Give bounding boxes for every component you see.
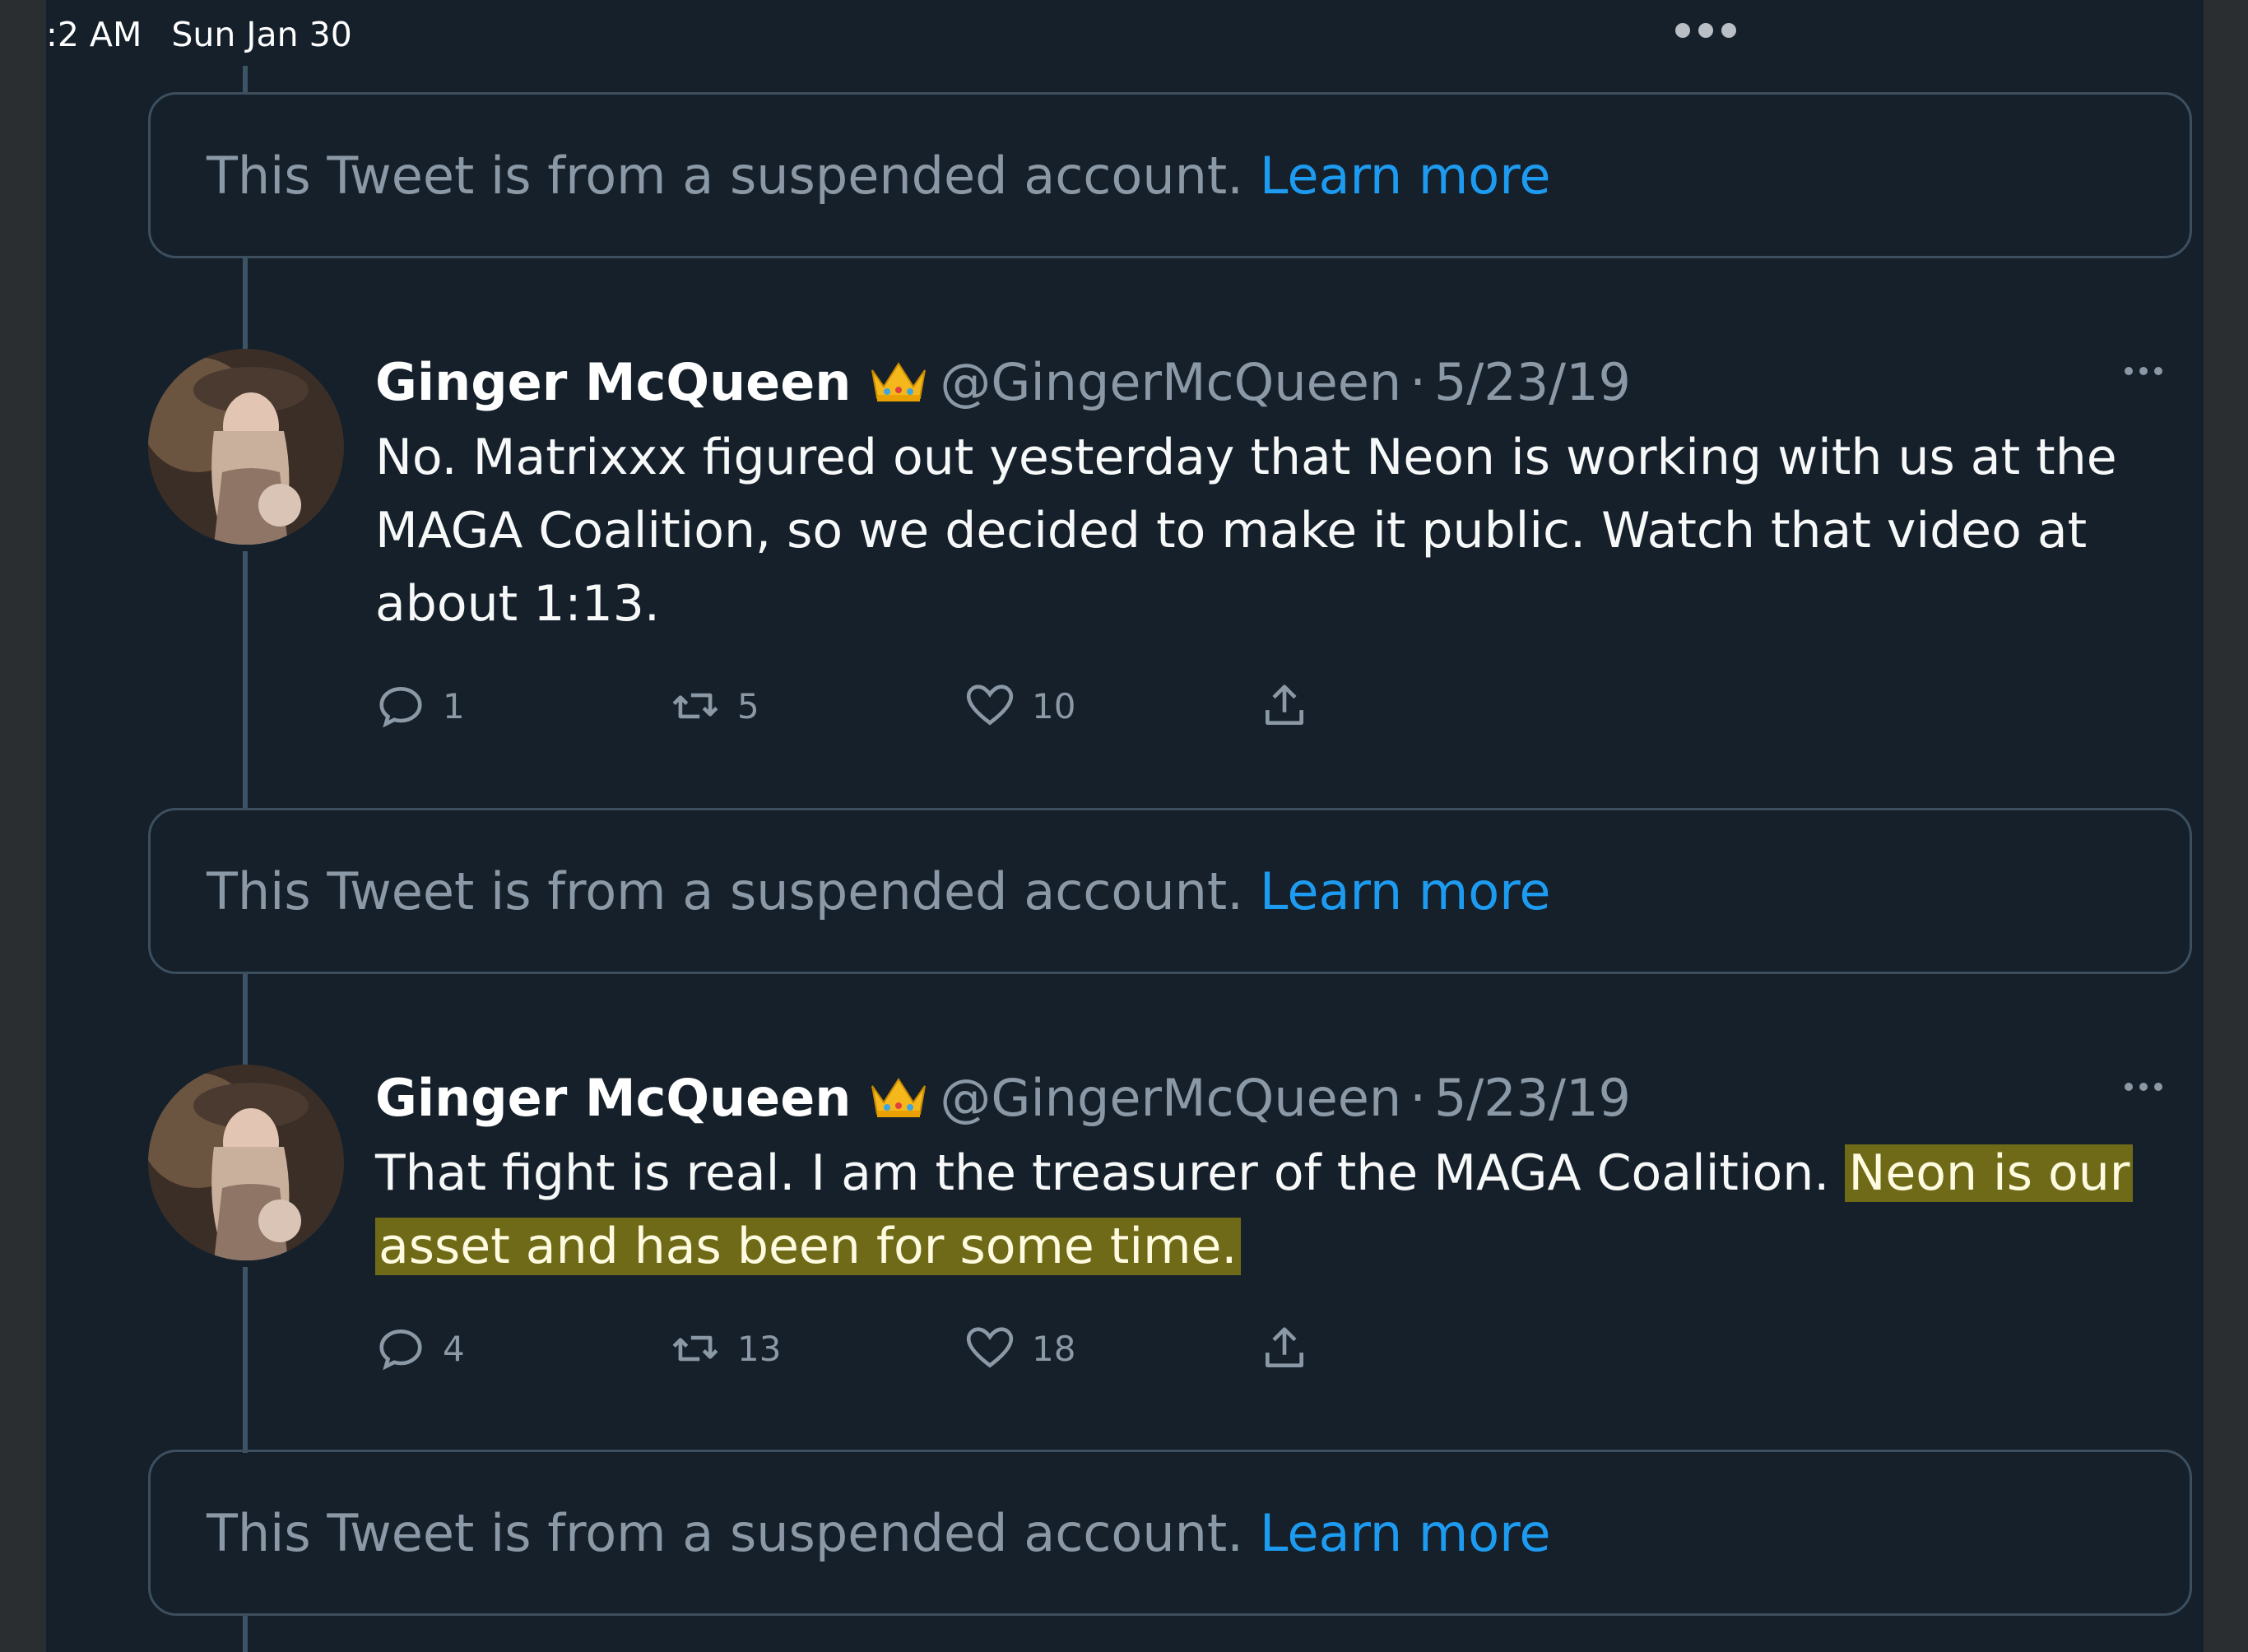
- suspended-tweet-notice: This Tweet is from a suspended account. …: [148, 1450, 2192, 1616]
- status-date: Sun Jan 30: [171, 15, 352, 54]
- thread-line: [243, 258, 248, 349]
- tweet-body: Ginger McQueen @GingerMcQueen · 5/23/19 …: [375, 349, 2177, 735]
- tweet-text: That fight is real. I am the treasurer o…: [375, 1137, 2177, 1283]
- heart-icon: [966, 1327, 1014, 1368]
- suspended-tweet-notice: This Tweet is from a suspended account. …: [148, 92, 2192, 258]
- tweet-header: Ginger McQueen @GingerMcQueen · 5/23/19: [375, 1065, 2177, 1130]
- screen: This Tweet is from a suspended account. …: [0, 0, 2248, 1652]
- learn-more-link[interactable]: Learn more: [1260, 861, 1551, 921]
- tweet-body: Ginger McQueen @GingerMcQueen · 5/23/19 …: [375, 1065, 2177, 1377]
- share-icon: [1266, 1327, 1303, 1367]
- reply-button[interactable]: 1: [375, 680, 670, 731]
- like-button[interactable]: 18: [964, 1323, 1259, 1374]
- share-button[interactable]: [1259, 1323, 1554, 1374]
- retweet-icon: [672, 1335, 718, 1362]
- share-button[interactable]: [1259, 680, 1554, 731]
- suspended-text: This Tweet is from a suspended account.: [207, 861, 1243, 921]
- reply-icon: [379, 1329, 422, 1371]
- separator: ·: [1410, 1067, 1426, 1128]
- retweet-count: 13: [737, 1328, 782, 1369]
- tweet-text: No. Matrixxx figured out yesterday that …: [375, 429, 2117, 633]
- separator: ·: [1410, 351, 1426, 412]
- crown-icon: [871, 1078, 927, 1117]
- reply-count: 1: [443, 685, 465, 726]
- tweet-date[interactable]: 5/23/19: [1434, 1068, 1631, 1128]
- retweet-icon: [672, 693, 718, 719]
- thread-line: [243, 974, 248, 1066]
- thread-line: [243, 1616, 248, 1652]
- retweet-button[interactable]: 5: [670, 680, 964, 731]
- like-count: 18: [1032, 1328, 1076, 1369]
- tweet-actions: 4 13 18: [375, 1320, 2177, 1377]
- author-handle[interactable]: @GingerMcQueen: [940, 1068, 1401, 1128]
- avatar[interactable]: [148, 349, 344, 545]
- status-time: :2 AM: [46, 15, 142, 54]
- reply-icon: [379, 687, 422, 728]
- more-options-icon[interactable]: [2125, 1083, 2162, 1091]
- crown-icon: [871, 362, 927, 401]
- like-button[interactable]: 10: [964, 680, 1259, 731]
- like-count: 10: [1032, 685, 1076, 726]
- suspended-text: This Tweet is from a suspended account.: [207, 1502, 1243, 1563]
- multitasking-menu-icon[interactable]: [1675, 23, 1736, 38]
- suspended-tweet-notice: This Tweet is from a suspended account. …: [148, 808, 2192, 974]
- status-bar: :2 AM Sun Jan 30: [46, 10, 352, 59]
- heart-icon: [966, 684, 1014, 726]
- learn-more-link[interactable]: Learn more: [1260, 1503, 1551, 1563]
- more-options-icon[interactable]: [2125, 367, 2162, 375]
- tweet-text-plain: That fight is real. I am the treasurer o…: [375, 1144, 1846, 1202]
- avatar[interactable]: [148, 1065, 344, 1260]
- learn-more-link[interactable]: Learn more: [1260, 146, 1551, 206]
- reply-button[interactable]: 4: [375, 1323, 670, 1374]
- author-name[interactable]: Ginger McQueen: [375, 352, 851, 412]
- thread-line: [243, 1267, 248, 1453]
- share-icon: [1266, 684, 1303, 725]
- tweet-date[interactable]: 5/23/19: [1434, 352, 1631, 412]
- retweet-count: 5: [737, 685, 759, 726]
- suspended-text: This Tweet is from a suspended account.: [207, 145, 1243, 206]
- tweet-header: Ginger McQueen @GingerMcQueen · 5/23/19: [375, 349, 2177, 415]
- author-handle[interactable]: @GingerMcQueen: [940, 352, 1401, 412]
- thread-line: [243, 551, 248, 808]
- reply-count: 4: [443, 1328, 465, 1369]
- twitter-thread-panel: This Tweet is from a suspended account. …: [46, 0, 2204, 1652]
- thread-line: [243, 66, 248, 92]
- tweet-actions: 1 5 10: [375, 677, 2177, 735]
- author-name[interactable]: Ginger McQueen: [375, 1068, 851, 1128]
- retweet-button[interactable]: 13: [670, 1323, 964, 1374]
